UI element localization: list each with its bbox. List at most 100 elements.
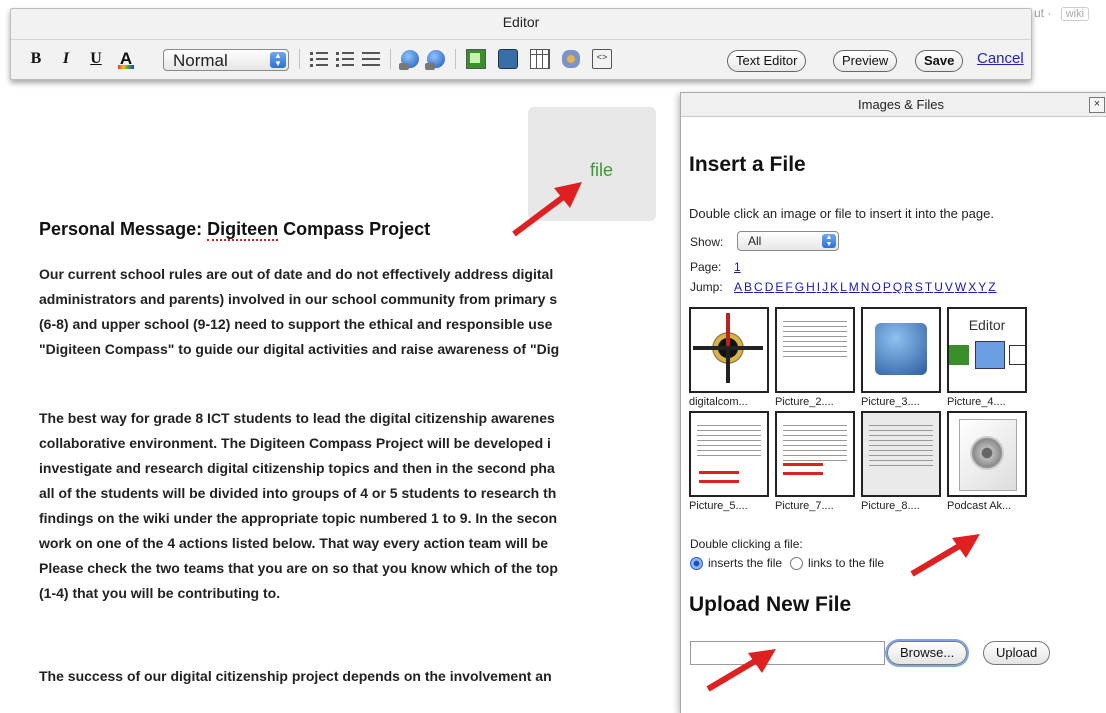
thumbnail-image <box>689 411 769 497</box>
paragraph-format-select[interactable]: Normal ▲ ▼ <box>163 49 289 71</box>
jump-letter-link[interactable]: N <box>861 280 871 294</box>
jump-letter-link[interactable]: L <box>840 280 848 294</box>
double-click-options: inserts the file links to the file <box>690 556 884 570</box>
thumbnail-item[interactable]: Picture_2.... <box>775 307 855 408</box>
numbered-list-icon[interactable] <box>310 50 328 68</box>
thumbnail-item[interactable]: Editor Picture_4.... <box>947 307 1027 408</box>
browse-button[interactable]: Browse... <box>887 641 968 665</box>
thumbnail-item[interactable]: Picture_8.... <box>861 411 941 512</box>
double-click-label: Double clicking a file: <box>690 537 803 551</box>
links-radio[interactable] <box>790 556 804 570</box>
thumbnail-caption: Podcast Ak... <box>947 500 1012 512</box>
jump-letter-link[interactable]: K <box>830 280 839 294</box>
image-icon[interactable] <box>466 49 486 69</box>
jump-letter-link[interactable]: V <box>945 280 954 294</box>
jump-letter-link[interactable]: B <box>744 280 753 294</box>
panel-title: Images & Files <box>681 93 1106 117</box>
jump-letter-link[interactable]: D <box>765 280 775 294</box>
text-editor-button[interactable]: Text Editor <box>727 50 807 72</box>
indent-icon[interactable] <box>362 50 380 68</box>
divider <box>299 49 300 69</box>
preview-button[interactable]: Preview <box>833 50 898 72</box>
text-color-button[interactable]: A <box>115 48 137 70</box>
divider <box>11 39 1031 40</box>
inserts-radio[interactable] <box>690 556 703 570</box>
bold-button[interactable]: B <box>25 48 47 70</box>
format-buttons: B I U A <box>25 46 137 72</box>
background-header-fragment: ut · wiki <box>1034 6 1090 21</box>
jump-letter-link[interactable]: M <box>849 280 860 294</box>
jump-label: Jump: <box>690 280 723 294</box>
widget-icon[interactable] <box>562 50 580 68</box>
jump-letter-link[interactable]: U <box>934 280 944 294</box>
cancel-link[interactable]: Cancel <box>977 50 1024 67</box>
thumbnail-image: Editor <box>947 307 1027 393</box>
thumbnail-item[interactable]: Picture_5.... <box>689 411 769 512</box>
thumbnail-item[interactable]: Podcast Ak... <box>947 411 1027 512</box>
thumbnail-caption: Picture_4.... <box>947 396 1006 408</box>
jump-letter-link[interactable]: S <box>915 280 924 294</box>
divider <box>455 49 456 69</box>
italic-button[interactable]: I <box>55 48 77 70</box>
bullet-list-icon[interactable] <box>336 50 354 68</box>
thumbnail-caption: Picture_2.... <box>775 396 834 408</box>
thumbnail-caption: Picture_7.... <box>775 500 834 512</box>
thumbnail-image <box>861 411 941 497</box>
wiki-pill: wiki <box>1060 7 1090 21</box>
paragraph-2: The best way for grade 8 ICT students to… <box>39 410 558 601</box>
jump-letter-link[interactable]: R <box>904 280 914 294</box>
jump-letter-link[interactable]: E <box>775 280 784 294</box>
insert-instructions: Double click an image or file to insert … <box>689 206 994 221</box>
link-icon[interactable] <box>399 50 419 70</box>
close-icon[interactable]: × <box>1089 97 1105 113</box>
thumbnail-image <box>775 411 855 497</box>
page-label: Page: <box>690 260 722 274</box>
thumbnail-image <box>947 411 1027 497</box>
insert-file-heading: Insert a File <box>689 153 806 176</box>
jump-letter-link[interactable]: P <box>883 280 892 294</box>
select-arrows-icon: ▲ ▼ <box>822 234 836 248</box>
save-button[interactable]: Save <box>915 50 964 72</box>
links-label: links to the file <box>808 556 885 570</box>
jump-letter-link[interactable]: T <box>925 280 933 294</box>
thumbnail-item[interactable]: Picture_3.... <box>861 307 941 408</box>
show-filter-select[interactable]: All ▲ ▼ <box>737 231 839 251</box>
jump-letter-link[interactable]: O <box>871 280 881 294</box>
jump-letter-link[interactable]: J <box>822 280 829 294</box>
jump-letter-link[interactable]: Z <box>988 280 996 294</box>
video-icon[interactable] <box>498 49 518 69</box>
jump-letter-link[interactable]: X <box>968 280 977 294</box>
thumbnail-image <box>861 307 941 393</box>
jump-letter-link[interactable]: F <box>785 280 793 294</box>
upload-button[interactable]: Upload <box>983 641 1051 665</box>
format-select-value: Normal <box>173 51 228 70</box>
select-arrows-icon: ▲ ▼ <box>270 52 286 68</box>
insert-buttons: <> <box>293 46 616 72</box>
external-link-icon[interactable] <box>425 50 445 70</box>
jump-letter-link[interactable]: G <box>795 280 805 294</box>
page-link[interactable]: 1 <box>734 260 741 274</box>
divider <box>390 49 391 69</box>
jump-letter-link[interactable]: I <box>817 280 821 294</box>
table-icon[interactable] <box>530 49 550 69</box>
upload-heading: Upload New File <box>689 593 852 616</box>
thumbnail-image <box>689 307 769 393</box>
jump-letter-link[interactable]: Y <box>978 280 987 294</box>
jump-letter-link[interactable]: C <box>754 280 764 294</box>
jump-letter-link[interactable]: Q <box>893 280 903 294</box>
thumbnail-caption: Picture_8.... <box>861 500 920 512</box>
jump-letter-links: ABCDEFGHIJKLMNOPQRSTUVWXYZ <box>734 280 998 294</box>
images-files-panel: Images & Files × Insert a File Double cl… <box>680 92 1106 713</box>
red-arrow-icon <box>706 649 776 692</box>
thumbnail-item[interactable]: digitalcom... <box>689 307 769 408</box>
jump-letter-link[interactable]: H <box>806 280 816 294</box>
thumbnail-caption: Picture_3.... <box>861 396 920 408</box>
jump-letter-link[interactable]: A <box>734 280 743 294</box>
thumbnail-caption: Picture_5.... <box>689 500 748 512</box>
show-label: Show: <box>690 235 724 249</box>
code-icon[interactable]: <> <box>592 49 612 69</box>
thumbnail-item[interactable]: Picture_7.... <box>775 411 855 512</box>
underline-button[interactable]: U <box>85 48 107 70</box>
jump-letter-link[interactable]: W <box>955 280 967 294</box>
inserts-label: inserts the file <box>708 556 783 570</box>
